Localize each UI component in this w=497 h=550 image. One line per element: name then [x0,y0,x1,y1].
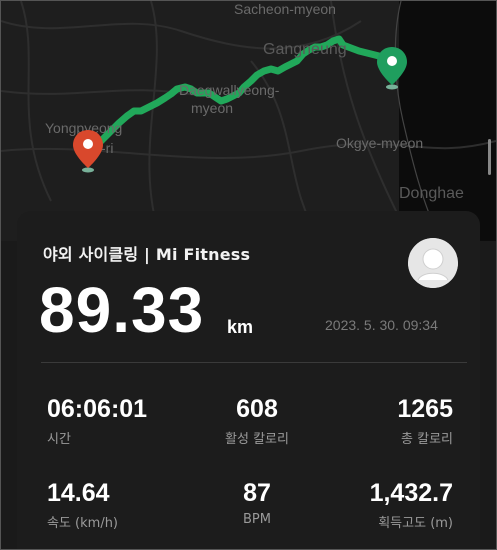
map-label-sacheon: Sacheon-myeon [234,1,336,17]
stat-label: 활성 칼로리 [225,432,289,447]
stat-label: 총 칼로리 [401,432,453,447]
coastline [394,1,442,241]
distance-value: 89.33 [39,274,205,346]
stat-elevation-gain: 1,432.7 획득고도 (m) [337,479,453,531]
stat-value: 87 [243,479,271,507]
user-avatar-icon [408,238,458,288]
scrollbar[interactable] [488,139,491,175]
road-line [148,1,162,241]
map-label-daegwallyeong: Daegwallyeong- [179,82,280,98]
stat-active-calories: 608 활성 칼로리 [197,395,317,447]
map-label-okgye: Okgye-myeon [336,135,424,151]
stat-value: 14.64 [47,479,110,507]
activity-title: 야외 사이클링 | Mi Fitness [43,245,251,264]
stat-label: BPM [243,512,271,527]
route-map[interactable]: Sacheon-myeon Gangneung Daegwallyeong- m… [1,1,496,241]
activity-screen: Sacheon-myeon Gangneung Daegwallyeong- m… [0,0,497,550]
stat-duration: 06:06:01 시간 [47,395,147,447]
map-label-donghae: Donghae [399,185,464,202]
distance-unit: km [227,317,254,337]
stat-value: 06:06:01 [47,395,148,423]
stat-label: 시간 [47,432,71,447]
road-line [20,1,52,202]
map-label-daegwallyeong-2: myeon [191,100,234,116]
map-label-gangneung: Gangneung [263,41,347,58]
road-line [330,1,402,222]
start-location-pin-icon[interactable] [375,45,409,91]
stat-value: 608 [236,395,278,423]
end-location-pin-icon[interactable] [71,128,105,174]
stat-speed: 14.64 속도 (km/h) [47,479,118,531]
stat-value: 1265 [397,395,453,423]
activity-datetime: 2023. 5. 30. 09:34 [325,317,438,333]
stat-label: 속도 (km/h) [47,516,119,531]
activity-summary-card: 야외 사이클링 | Mi Fitness 89.33 km 2023. 5. 3… [17,211,480,549]
avatar[interactable] [408,238,458,288]
stat-value: 1,432.7 [369,479,453,507]
divider [41,362,467,363]
stat-total-calories: 1265 총 칼로리 [352,395,453,447]
stat-heart-rate: 87 BPM [197,479,317,527]
stat-label: 획득고도 (m) [378,516,453,531]
